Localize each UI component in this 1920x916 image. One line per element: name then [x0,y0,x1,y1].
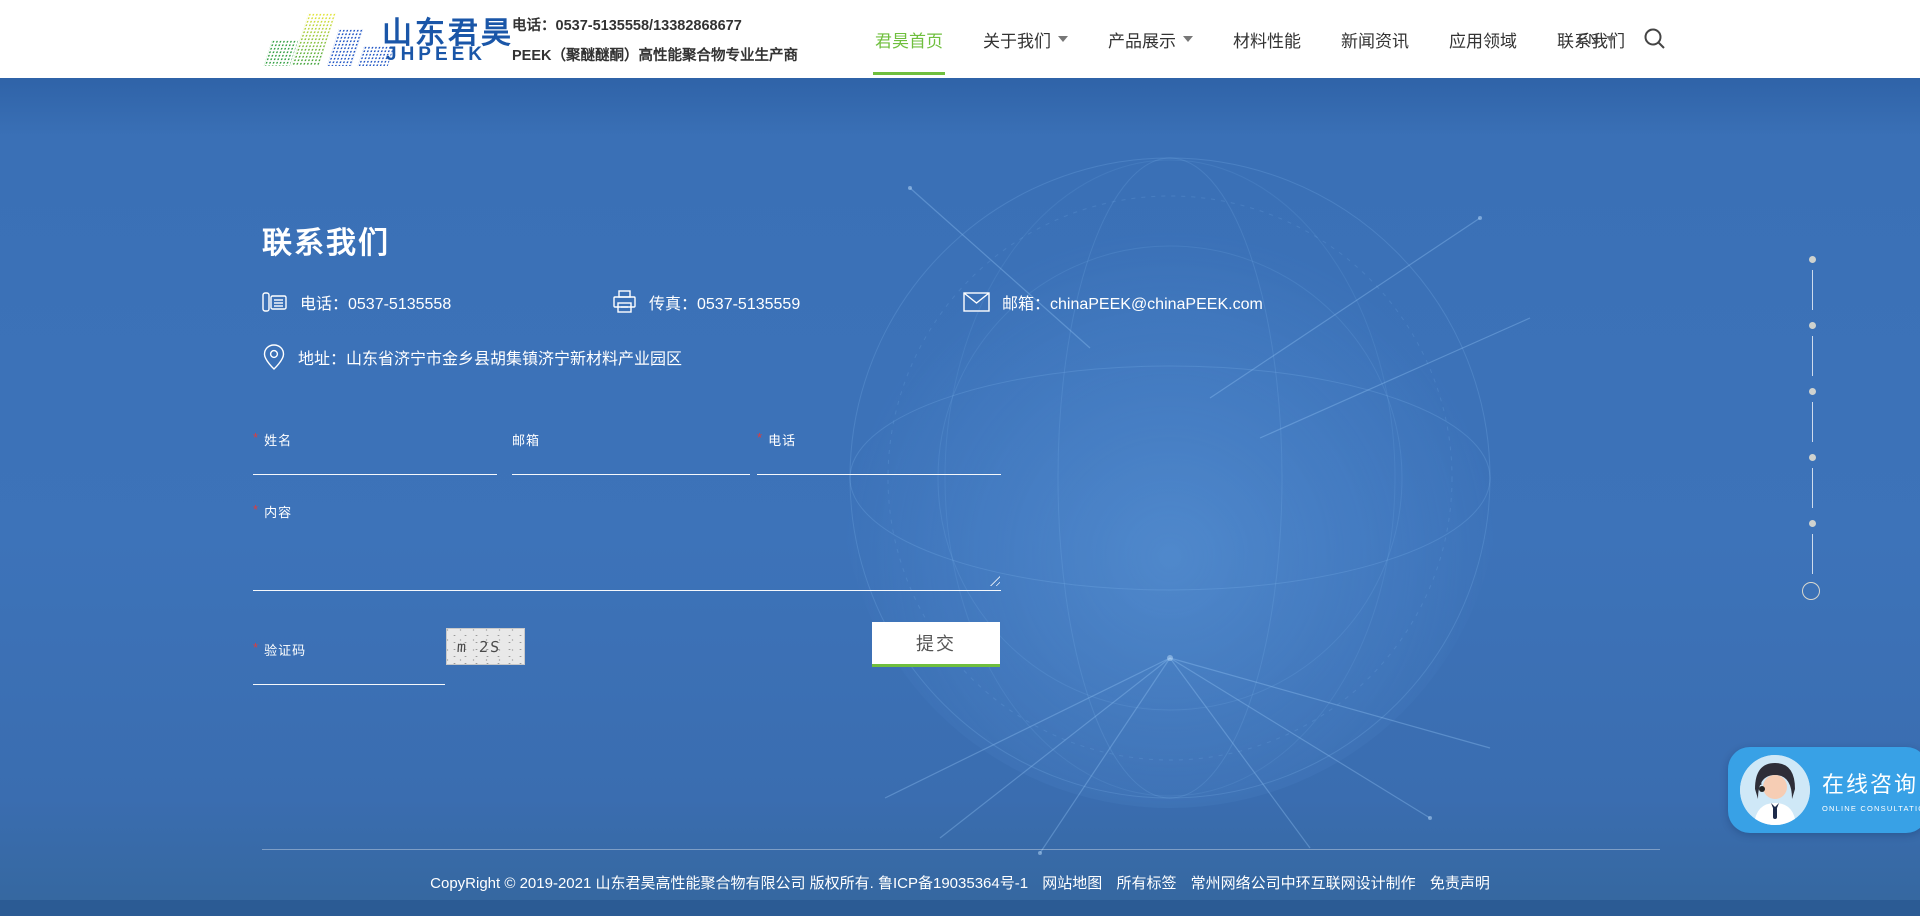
captcha-label: *验证码 [253,640,445,659]
contact-email: 邮箱：chinaPEEK@chinaPEEK.com [963,290,1263,314]
nav-item-products[interactable]: 产品展示 [1088,0,1213,78]
content-field: *内容 [253,502,1001,591]
contact-phone: 电话：0537-5135558 [262,290,451,314]
nav-label: 材料性能 [1233,27,1301,52]
pager-line [1812,468,1813,508]
nav-label: 新闻资讯 [1341,27,1409,52]
contact-section: 联系我们 电话：0537-5135558 传真：0537-5135559 邮箱：… [0,78,1920,916]
footer-link-sitemap[interactable]: 网站地图 [1042,875,1102,892]
page-title: 联系我们 [262,218,390,262]
footer-link-disclaimer[interactable]: 免责声明 [1430,875,1490,892]
chevron-down-icon [1183,36,1193,42]
copyright-text: CopyRight © 2019-2021 山东君昊高性能聚合物有限公司 版权所… [430,875,1028,892]
footer-divider [262,849,1660,850]
email-label: 邮箱 [512,430,750,449]
pager-dot[interactable] [1809,388,1816,395]
pager-line [1812,402,1813,442]
nav-label: 关于我们 [983,27,1051,52]
tagline-desc: PEEK（聚醚醚酮）高性能聚合物专业生产商 [512,44,798,65]
bottom-strip [0,900,1920,916]
location-pin-icon [262,344,286,370]
required-mark: * [253,502,259,517]
consult-text: 在线咨询 ONLINE CONSULTATION [1822,767,1920,813]
nav-item-performance[interactable]: 材料性能 [1213,0,1321,78]
header: 山东君昊 JHPEEK 电话：0537-5135558/13382868677 … [0,0,1920,78]
pager-dot[interactable] [1809,454,1816,461]
tagline-phone: 电话：0537-5135558/13382868677 [512,14,798,35]
pager-dot[interactable] [1809,322,1816,329]
online-consult-button[interactable]: 在线咨询 ONLINE CONSULTATION [1728,747,1920,833]
contact-address: 地址：山东省济宁市金乡县胡集镇济宁新材料产业园区 [262,344,682,370]
contact-phone-text: 电话：0537-5135558 [300,290,451,314]
fax-phone-icon [262,290,288,314]
pager-line [1812,270,1813,310]
name-input[interactable] [253,449,497,475]
nav-item-news[interactable]: 新闻资讯 [1321,0,1429,78]
pager-line [1812,534,1813,574]
search-icon[interactable] [1640,24,1670,54]
logo-subtitle: JHPEEK [386,44,486,66]
footer-link-design[interactable]: 常州网络公司中环互联网设计制作 [1191,875,1416,892]
header-tagline: 电话：0537-5135558/13382868677 PEEK（聚醚醚酮）高性… [512,14,798,65]
content-label: *内容 [253,502,1001,521]
pager-dot[interactable] [1809,520,1816,527]
nav-item-home[interactable]: 君昊首页 [855,0,963,78]
email-input[interactable] [512,449,750,475]
captcha-image[interactable]: m 2S [446,628,525,665]
required-mark: * [757,430,763,445]
printer-icon [612,290,637,314]
name-label: *姓名 [253,430,497,449]
footer-copyright: CopyRight © 2019-2021 山东君昊高性能聚合物有限公司 版权所… [0,872,1920,893]
nav-item-about[interactable]: 关于我们 [963,0,1088,78]
footer-link-tags[interactable]: 所有标签 [1116,875,1176,892]
nav-label: 应用领域 [1449,27,1517,52]
agent-avatar [1740,755,1810,825]
consult-subtitle: ONLINE CONSULTATION [1822,804,1920,813]
logo-mark-icon [262,10,382,66]
consult-title: 在线咨询 [1822,767,1920,799]
submit-button[interactable]: 提交 [872,622,1000,667]
captcha-input[interactable] [253,659,445,685]
contact-fax-text: 传真：0537-5135559 [649,290,800,314]
phone-field: *电话 [757,430,1001,475]
main-nav: 君昊首页 关于我们 产品展示 材料性能 新闻资讯 应用领域 联系我们 [855,0,1645,78]
pager-active-circle[interactable] [1802,582,1820,600]
nav-item-applications[interactable]: 应用领域 [1429,0,1537,78]
required-mark: * [253,640,259,655]
globe-graphic [790,98,1550,858]
captcha-field: *验证码 [253,640,445,685]
phone-label: *电话 [757,430,1001,449]
logo[interactable]: 山东君昊 JHPEEK [262,8,512,72]
nav-label: 产品展示 [1108,27,1176,52]
captcha-text: m 2S [446,638,501,656]
email-field: 邮箱 [512,430,750,475]
contact-email-text: 邮箱：chinaPEEK@chinaPEEK.com [1002,290,1263,314]
contact-fax: 传真：0537-5135559 [612,290,800,314]
language-label: EN [1578,31,1599,48]
chevron-down-icon [1058,36,1068,42]
envelope-icon [963,292,990,312]
name-field: *姓名 [253,430,497,475]
pager-line [1812,336,1813,376]
contact-address-text: 地址：山东省济宁市金乡县胡集镇济宁新材料产业园区 [298,345,682,369]
language-switcher[interactable]: EN [1578,0,1616,78]
content-textarea[interactable] [253,529,1001,591]
nav-label: 君昊首页 [875,27,943,52]
pager-dot[interactable] [1809,256,1816,263]
required-mark: * [253,430,259,445]
chevron-down-icon [1606,36,1616,42]
phone-input[interactable] [757,449,1001,475]
